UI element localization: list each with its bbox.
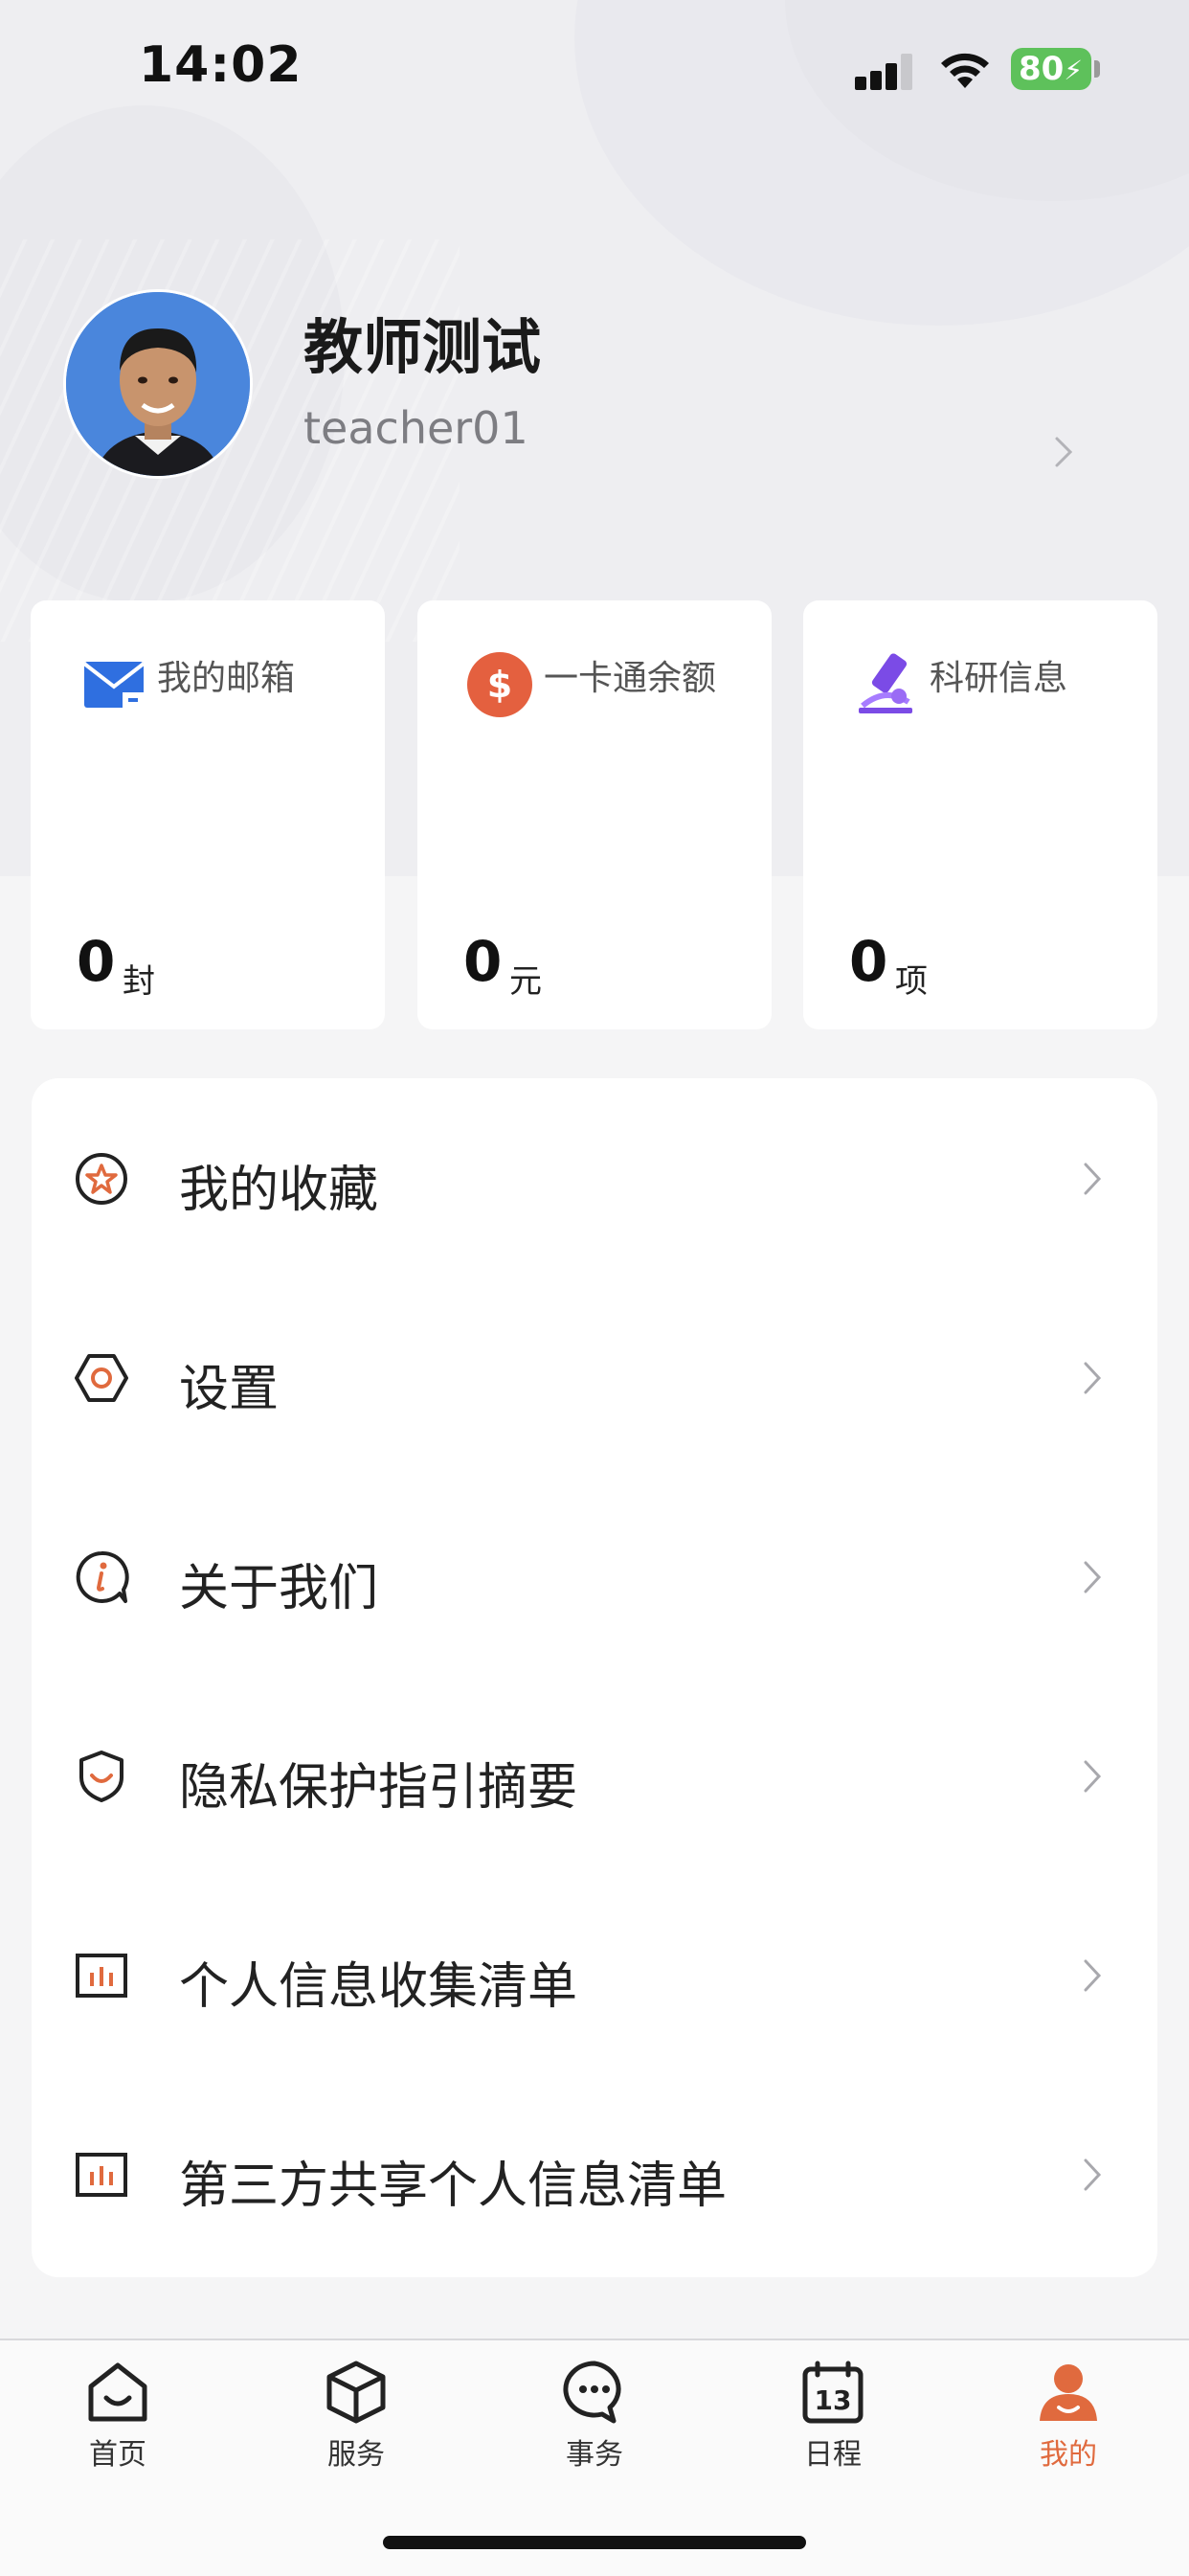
person-icon — [1040, 2364, 1097, 2421]
menu-item-settings[interactable]: 设置 — [32, 1277, 1157, 1477]
card-research-info[interactable]: 科研信息 0 项 — [803, 600, 1157, 1029]
profile-chevron-right-icon[interactable] — [1053, 435, 1074, 469]
wifi-icon — [941, 53, 989, 88]
card-campus-card-balance[interactable]: $ 一卡通余额 0 元 — [417, 600, 772, 1029]
tab-home[interactable]: 首页 — [41, 2360, 194, 2474]
menu-item-label: 设置 — [179, 1361, 280, 1418]
hexagon-settings-icon — [75, 1354, 128, 1402]
battery-icon: 80⚡ — [1011, 48, 1091, 90]
shield-icon — [79, 1751, 123, 1802]
menu-item-about-us[interactable]: 关于我们 — [32, 1477, 1157, 1676]
battery-level: 80 — [1019, 50, 1065, 88]
card-label: 一卡通余额 — [544, 659, 717, 698]
tab-schedule[interactable]: 13 日程 — [756, 2360, 909, 2474]
chevron-right-icon — [1084, 2158, 1102, 2191]
menu-item-third-party-sharing-list[interactable]: 第三方共享个人信息清单 — [32, 2074, 1157, 2273]
dollar-coin-icon: $ — [467, 652, 532, 717]
card-value: 0 — [77, 929, 116, 994]
tab-services[interactable]: 服务 — [280, 2360, 433, 2474]
chevron-right-icon — [1084, 1362, 1102, 1394]
profile-name: 教师测试 — [303, 312, 542, 382]
tab-label: 我的 — [1040, 2438, 1097, 2472]
chevron-right-icon — [1084, 1163, 1102, 1195]
star-badge-icon — [76, 1153, 127, 1205]
mail-icon — [82, 662, 146, 708]
card-unit: 元 — [509, 962, 542, 1001]
info-bubble-icon — [76, 1550, 129, 1603]
avatar[interactable] — [63, 289, 253, 479]
menu-item-personal-info-list[interactable]: 个人信息收集清单 — [32, 1875, 1157, 2074]
menu-item-label: 个人信息收集清单 — [179, 1958, 578, 2016]
menu-item-favorites[interactable]: 我的收藏 — [32, 1078, 1157, 1277]
card-value: 0 — [463, 929, 503, 994]
cellular-signal-icon — [855, 52, 914, 90]
battery-tip — [1094, 60, 1100, 78]
tab-mine[interactable]: 我的 — [992, 2360, 1145, 2474]
chevron-right-icon — [1084, 1561, 1102, 1593]
tab-label: 事务 — [566, 2438, 623, 2472]
profile-username: teacher01 — [303, 402, 528, 454]
card-label: 我的邮箱 — [157, 659, 296, 698]
microscope-icon — [859, 653, 912, 713]
home-icon — [88, 2362, 147, 2422]
settings-menu: 我的收藏 设置 关于我们 隐私保护指引摘要 个人信息收集清单 第三方共享个人信息… — [32, 1078, 1157, 2277]
status-bar: 14:02 80⚡ — [0, 0, 1189, 134]
cube-icon — [326, 2361, 386, 2424]
card-label: 科研信息 — [930, 659, 1068, 698]
svg-text:13: 13 — [815, 2384, 852, 2416]
avatar-image — [66, 292, 250, 476]
tab-label: 服务 — [327, 2438, 385, 2472]
home-indicator — [383, 2536, 806, 2549]
card-unit: 项 — [895, 962, 928, 1001]
bar-chart-icon — [76, 1954, 127, 1998]
menu-item-label: 隐私保护指引摘要 — [179, 1759, 578, 1817]
menu-item-label: 关于我们 — [179, 1560, 379, 1617]
menu-item-label: 我的收藏 — [179, 1162, 379, 1219]
card-value: 0 — [849, 929, 888, 994]
tab-label: 日程 — [804, 2438, 862, 2472]
calendar-icon: 13 — [802, 2361, 864, 2424]
chevron-right-icon — [1084, 1959, 1102, 1992]
menu-item-privacy-summary[interactable]: 隐私保护指引摘要 — [32, 1676, 1157, 1875]
card-unit: 封 — [123, 962, 155, 1001]
tab-affairs[interactable]: 事务 — [518, 2360, 671, 2474]
svg-text:$: $ — [487, 664, 512, 706]
tab-label: 首页 — [89, 2438, 146, 2472]
bar-chart-icon — [76, 2153, 127, 2197]
status-time: 14:02 — [139, 36, 303, 94]
menu-item-label: 第三方共享个人信息清单 — [179, 2158, 728, 2215]
chevron-right-icon — [1084, 1760, 1102, 1793]
chat-icon — [563, 2361, 621, 2424]
card-mailbox[interactable]: 我的邮箱 0 封 — [31, 600, 385, 1029]
